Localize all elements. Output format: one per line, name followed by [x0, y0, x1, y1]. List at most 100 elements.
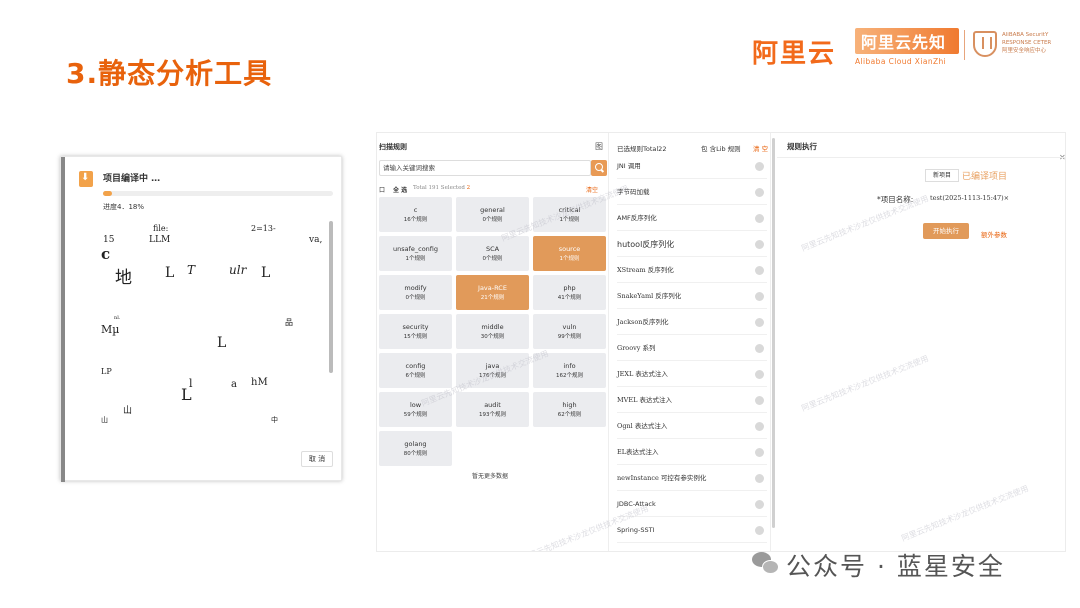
rule-label: Ognl 表达式注入	[617, 422, 668, 430]
tile-name: c	[413, 206, 418, 214]
rule-label: JNI 调用	[617, 162, 641, 170]
remove-icon[interactable]	[755, 500, 764, 509]
tile-count: 16个规则	[403, 217, 428, 223]
tile-name: audit	[484, 401, 501, 409]
selected-rule-item: Groovy 系列	[617, 336, 767, 361]
cancel-button[interactable]: 取 消	[301, 451, 333, 467]
rule-category-tile[interactable]: SCA 0个规则	[456, 236, 529, 271]
tile-count: 193个规则	[479, 412, 506, 418]
asrc-shield-icon	[973, 31, 997, 57]
tile-name: low	[409, 401, 422, 409]
search-icon[interactable]	[591, 160, 607, 176]
clear-selection-button[interactable]: 清空	[586, 185, 598, 194]
rule-category-tile[interactable]: low 59个规则	[379, 392, 452, 427]
log-text: LLM	[149, 235, 171, 245]
progress-bar	[103, 191, 333, 196]
remove-icon[interactable]	[755, 370, 764, 379]
tile-name: high	[562, 401, 577, 409]
xianzhi-logo: 阿里云先知 Alibaba Cloud XianZhi	[855, 28, 959, 66]
remove-icon[interactable]	[755, 526, 764, 535]
download-icon	[79, 171, 93, 187]
log-text: hM	[251, 377, 268, 388]
asrc-en-1: AliBABA SecuritY	[1002, 32, 1049, 38]
include-lib-toggle[interactable]: 包 含Lib 规则	[701, 143, 741, 153]
selected-rule-item: JDBC-Attack	[617, 492, 767, 517]
rule-category-tile[interactable]: c 16个规则	[379, 197, 452, 232]
rule-category-tile[interactable]: java 176个规则	[456, 353, 529, 388]
remove-icon[interactable]	[755, 448, 764, 457]
rule-search-input[interactable]: 请输入关键词搜索	[379, 160, 591, 176]
rule-category-tile[interactable]: audit 193个规则	[456, 392, 529, 427]
rule-category-tile[interactable]: high 62个规则	[533, 392, 606, 427]
rule-category-tile[interactable]: middle 30个规则	[456, 314, 529, 349]
tile-count: 0个规则	[482, 217, 503, 223]
extra-params-link[interactable]: 额外参数	[981, 229, 1007, 239]
remove-icon[interactable]	[755, 214, 764, 223]
rule-category-tile[interactable]: general 0个规则	[456, 197, 529, 232]
project-name-select[interactable]: test(2025-1113-15:47)×	[927, 191, 1023, 205]
tile-count: 1个规则	[559, 217, 580, 223]
log-text: file:	[153, 224, 169, 233]
scan-rules-panel: 扫描规则 图 请输入关键词搜索 口 全 选 Total 191 Selected…	[377, 133, 609, 551]
rule-scanner-window: 扫描规则 图 请输入关键词搜索 口 全 选 Total 191 Selected…	[376, 132, 1066, 552]
log-text: 山	[123, 406, 133, 416]
tile-name: modify	[404, 284, 427, 292]
start-exec-button[interactable]: 开始执行	[923, 223, 969, 239]
remove-icon[interactable]	[755, 266, 764, 275]
select-all-label[interactable]: 全 选	[393, 185, 407, 194]
selected-rules-panel: 已选规则Total22 包 含Lib 规则 清 空 JNI 调用 字节码加载 A…	[613, 133, 771, 551]
remove-icon[interactable]	[755, 240, 764, 249]
no-more-data: 暂无更多数据	[472, 473, 509, 480]
rule-category-tile[interactable]: unsafe_config 1个规则	[379, 236, 452, 271]
log-text: 山	[101, 416, 108, 424]
panel-icon[interactable]: 图	[595, 141, 603, 152]
tab-compiled-project[interactable]: 已编译项目	[962, 169, 1007, 182]
select-all-row: 口 全 选 Total 191 Selected 2 清空	[379, 185, 604, 195]
rule-label: newInstance 可控有参实例化	[617, 474, 707, 482]
rule-category-tile-selected[interactable]: Java-RCE 21个规则	[456, 275, 529, 310]
selected-rule-item: JNI 调用	[617, 154, 767, 179]
log-text: L	[217, 335, 227, 351]
select-all-checkbox[interactable]: 口	[379, 185, 385, 194]
remove-icon[interactable]	[755, 318, 764, 327]
rule-category-tile[interactable]: golang 80个规则	[379, 431, 452, 466]
remove-icon[interactable]	[755, 188, 764, 197]
selected-rule-item: 字节码加载	[617, 180, 767, 205]
log-text: 地	[115, 268, 132, 288]
rule-category-tile[interactable]: info 162个规则	[533, 353, 606, 388]
log-text: T	[187, 263, 196, 277]
remove-icon[interactable]	[755, 422, 764, 431]
remove-icon[interactable]	[755, 292, 764, 301]
rule-category-tile-selected[interactable]: source 1个规则	[533, 236, 606, 271]
rule-exec-title: 规则执行	[787, 142, 817, 151]
rule-category-tile[interactable]: security 15个规则	[379, 314, 452, 349]
tile-name: php	[563, 284, 576, 292]
selected-rules-scrollbar[interactable]	[772, 138, 775, 528]
tile-name: security	[402, 323, 429, 331]
selected-rule-item: Ognl 表达式注入	[617, 414, 767, 439]
clear-selected-button[interactable]: 清 空	[753, 143, 768, 153]
progress-text: 进度4．18%	[103, 203, 145, 211]
rule-label: Spring-SSTI	[617, 526, 655, 534]
rule-category-tile[interactable]: config 6个规则	[379, 353, 452, 388]
rule-label: JDBC-Attack	[617, 500, 656, 508]
dialog-scrollbar[interactable]	[329, 221, 333, 373]
rule-category-tile[interactable]: vuln 99个规则	[533, 314, 606, 349]
rule-category-tile[interactable]: php 41个规则	[533, 275, 606, 310]
tab-new-project[interactable]: 新项目	[925, 169, 959, 182]
remove-icon[interactable]	[755, 474, 764, 483]
wechat-icon	[752, 552, 780, 576]
dialog-title: 项目编译中 …	[103, 174, 161, 184]
tile-name: info	[563, 362, 576, 370]
remove-icon[interactable]	[755, 344, 764, 353]
rule-category-tile[interactable]: modify 0个规则	[379, 275, 452, 310]
log-text: LP	[101, 367, 112, 376]
log-text: 2=13-	[251, 224, 276, 233]
rule-exec-panel: 规则执行 ✕ 新项目 已编译项目 *项目名称: test(2025-1113-1…	[777, 133, 1065, 551]
remove-icon[interactable]	[755, 396, 764, 405]
selected-rule-item: newInstance 可控有参实例化	[617, 466, 767, 491]
rule-label: 字节码加载	[617, 188, 650, 196]
asrc-cn: 阿里安全响应中心	[1002, 48, 1047, 54]
remove-icon[interactable]	[755, 162, 764, 171]
rule-category-tile[interactable]: critical 1个规则	[533, 197, 606, 232]
